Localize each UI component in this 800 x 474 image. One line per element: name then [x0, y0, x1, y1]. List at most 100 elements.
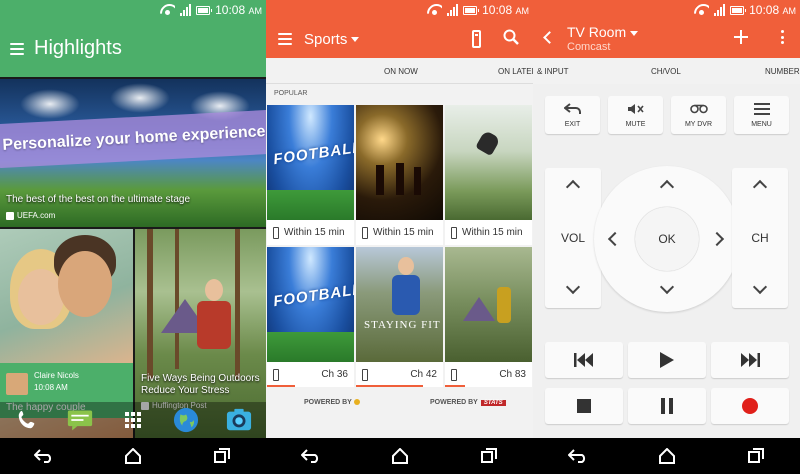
- highlights-screen: 10:08 AM Highlights Personalize your hom…: [0, 0, 266, 474]
- play-button[interactable]: [628, 342, 706, 378]
- avatar: [6, 373, 28, 395]
- clock-time: 10:08: [482, 3, 513, 17]
- tab-number[interactable]: NUMBER: [765, 67, 800, 76]
- card-footer: Within 15 min: [445, 220, 532, 245]
- channel-up-icon[interactable]: [752, 179, 768, 195]
- exit-icon: [563, 102, 581, 114]
- menu-button[interactable]: MENU: [734, 96, 789, 134]
- dvr-icon: [689, 104, 708, 113]
- card-label: Ch 36: [321, 369, 348, 380]
- program-card[interactable]: FOOTBALL Within 15 min: [267, 105, 354, 245]
- back-icon[interactable]: [29, 444, 59, 468]
- camper-face: [205, 279, 223, 301]
- next-button[interactable]: [711, 342, 789, 378]
- back-icon[interactable]: [563, 444, 593, 468]
- tab-ch-vol[interactable]: CH/VOL: [651, 67, 681, 76]
- stadium-light: [20, 89, 80, 119]
- hero-source: UEFA.com: [6, 211, 55, 220]
- search-icon[interactable]: [503, 29, 519, 45]
- program-card[interactable]: Ch 83: [445, 247, 532, 387]
- program-card[interactable]: Within 15 min: [445, 105, 532, 245]
- program-card[interactable]: FOOTBALL Ch 36: [267, 247, 354, 387]
- apps-grid-icon[interactable]: [120, 407, 146, 433]
- page-title: Highlights: [34, 37, 122, 59]
- thumb-title: STAYING FIT: [364, 319, 441, 331]
- wifi-icon: [160, 4, 175, 16]
- recents-icon[interactable]: [207, 444, 237, 468]
- person-silhouette: [396, 163, 404, 195]
- recents-icon[interactable]: [741, 444, 771, 468]
- navigation-bar: [0, 438, 266, 474]
- remote-icon: [273, 226, 279, 239]
- previous-button[interactable]: [545, 342, 623, 378]
- powered-by-yahoo: POWERED BY: [304, 399, 360, 406]
- remote-icon: [362, 368, 368, 381]
- clock-ampm: AM: [782, 6, 797, 16]
- up-arrow-icon[interactable]: [659, 179, 675, 195]
- menu-icon[interactable]: [278, 33, 292, 45]
- left-arrow-icon[interactable]: [607, 231, 623, 247]
- tab-on-later[interactable]: ON LATER: [498, 67, 533, 76]
- yahoo-logo-icon: [353, 399, 360, 406]
- woman-face: [18, 269, 64, 325]
- card-footer: Ch 42: [356, 362, 443, 387]
- runner-face: [398, 257, 414, 275]
- ok-button[interactable]: OK: [635, 207, 699, 271]
- room-dropdown[interactable]: TV Room: [567, 24, 639, 40]
- stop-button[interactable]: [545, 388, 623, 424]
- powered-by-label: POWERED BY: [304, 399, 352, 406]
- home-icon[interactable]: [385, 444, 415, 468]
- mute-icon: [627, 103, 644, 114]
- home-icon[interactable]: [652, 444, 682, 468]
- browser-globe-icon[interactable]: [173, 407, 199, 433]
- program-thumbnail: [445, 247, 532, 362]
- clock-ampm: AM: [248, 6, 263, 16]
- recents-icon[interactable]: [474, 444, 504, 468]
- category-dropdown[interactable]: Sports: [304, 31, 360, 48]
- chevron-down-icon: [630, 30, 639, 36]
- back-icon[interactable]: [296, 444, 326, 468]
- channel-label: CH: [751, 231, 769, 245]
- menu-icon[interactable]: [10, 42, 24, 55]
- app-dock: [0, 402, 266, 438]
- card-footer: Ch 36: [267, 362, 354, 387]
- pause-icon: [661, 398, 673, 414]
- program-card[interactable]: Within 15 min: [356, 105, 443, 245]
- channel-down-icon[interactable]: [752, 279, 768, 295]
- hero-tile[interactable]: Personalize your home experience The bes…: [0, 79, 266, 227]
- mute-label: MUTE: [625, 120, 646, 128]
- program-card[interactable]: STAYING FIT Ch 42: [356, 247, 443, 387]
- messages-icon[interactable]: [67, 407, 93, 433]
- home-icon[interactable]: [118, 444, 148, 468]
- more-options-icon[interactable]: [781, 30, 784, 44]
- skip-back-icon: [574, 353, 593, 367]
- remote-icon[interactable]: [472, 30, 481, 48]
- my-dvr-button[interactable]: MY DVR: [671, 96, 726, 134]
- pause-button[interactable]: [628, 388, 706, 424]
- exit-button[interactable]: EXIT: [545, 96, 600, 134]
- volume-down-icon[interactable]: [565, 279, 581, 295]
- record-button[interactable]: [711, 388, 789, 424]
- tab-on-now[interactable]: ON NOW: [384, 67, 418, 76]
- thumb-title: FOOTBALL: [272, 138, 354, 169]
- hero-caption: The best of the best on the ultimate sta…: [6, 194, 191, 205]
- back-arrow-icon[interactable]: [543, 31, 556, 44]
- program-thumbnail: [356, 105, 443, 220]
- card-label: Ch 42: [410, 369, 437, 380]
- volume-up-icon[interactable]: [565, 179, 581, 195]
- card-label: Within 15 min: [373, 227, 434, 238]
- add-icon[interactable]: [734, 30, 748, 44]
- tree: [147, 229, 153, 379]
- right-arrow-icon[interactable]: [709, 231, 725, 247]
- mute-button[interactable]: MUTE: [608, 96, 663, 134]
- powered-by-label: POWERED BY: [430, 399, 478, 406]
- source-icon: [6, 211, 14, 220]
- signal-icon: [447, 4, 459, 16]
- post-author: Claire Nicols: [34, 371, 79, 380]
- down-arrow-icon[interactable]: [659, 279, 675, 295]
- progress-bar: [445, 385, 465, 387]
- phone-icon[interactable]: [14, 407, 40, 433]
- battery-icon: [730, 5, 747, 15]
- camera-icon[interactable]: [226, 407, 252, 433]
- tab-input[interactable]: & INPUT: [537, 67, 569, 76]
